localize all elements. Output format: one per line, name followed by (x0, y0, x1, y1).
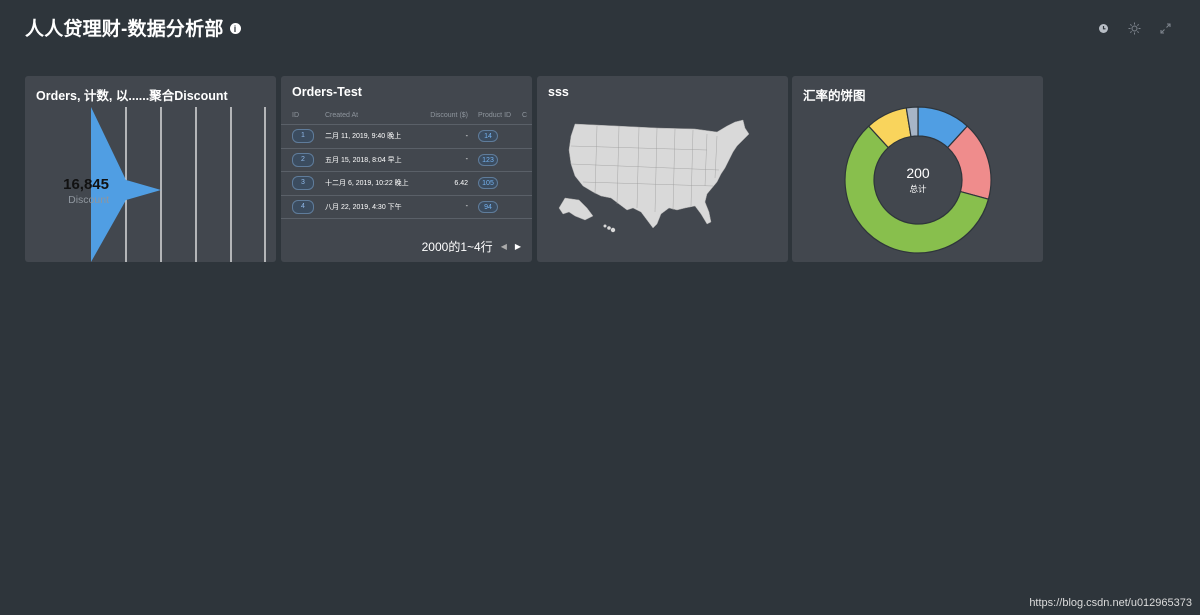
next-page-icon[interactable]: ▶ (515, 242, 521, 251)
table-cell: - (465, 132, 468, 140)
column-header[interactable]: Product ID (468, 112, 522, 119)
table-cell: - (465, 156, 468, 164)
column-header[interactable]: ID (281, 112, 325, 119)
card-title: 汇率的饼图 (803, 89, 866, 103)
alaska (558, 197, 594, 221)
data-table: ID Created At Discount ($) Product ID C … (281, 106, 532, 219)
funnel-chart (91, 107, 266, 262)
table-cell: 二月 11, 2019, 9:40 晚上 (325, 133, 402, 141)
id-pill[interactable]: 2 (292, 152, 314, 167)
card-title: Orders-Test (292, 85, 362, 99)
column-header[interactable]: Created At (325, 112, 422, 119)
donut-total-label: 总计 (909, 184, 927, 194)
product-id-pill[interactable]: 14 (478, 130, 498, 143)
history-icon[interactable] (1097, 22, 1110, 35)
funnel-card[interactable]: Orders, 计数, 以......聚合Discount 16,845 Dis… (25, 76, 276, 262)
table-card[interactable]: Orders-Test ID Created At Discount ($) P… (281, 76, 532, 262)
map-card[interactable]: sss (537, 76, 788, 262)
dashboard-title: 人人贷理财-数据分析部 (25, 19, 224, 40)
table-cell: 五月 15, 2018, 8:04 早上 (325, 156, 402, 164)
table-header: ID Created At Discount ($) Product ID C (281, 106, 532, 125)
table-row[interactable]: 1 二月 11, 2019, 9:40 晚上 - 14 (281, 125, 532, 149)
pagination: 2000的1~4行 ◀ ▶ (422, 238, 521, 255)
product-id-pill[interactable]: 105 (478, 177, 498, 190)
fullscreen-icon[interactable] (1159, 22, 1172, 35)
dashboard-toolbar (1097, 22, 1172, 35)
column-header[interactable]: Discount ($) (422, 112, 468, 119)
table-row[interactable]: 4 八月 22, 2019, 4:30 下午 - 94 (281, 196, 532, 219)
table-cell: 6.42 (454, 179, 468, 187)
funnel-value-label: Discount (68, 194, 109, 206)
table-cell: 八月 22, 2019, 4:30 下午 (325, 203, 402, 211)
table-cell: - (465, 203, 468, 211)
us-mainland (568, 119, 750, 229)
id-pill[interactable]: 4 (292, 199, 314, 214)
pagination-label: 2000的1~4行 (421, 240, 493, 254)
prev-page-icon[interactable]: ◀ (501, 242, 507, 251)
us-map[interactable] (557, 116, 767, 241)
funnel-value: 16,845 (63, 176, 109, 193)
table-cell: 十二月 6, 2019, 10:22 晚上 (325, 180, 409, 188)
column-header[interactable]: C (522, 112, 532, 119)
product-id-pill[interactable]: 94 (478, 200, 498, 213)
card-title: sss (548, 85, 569, 99)
id-pill[interactable]: 1 (292, 129, 314, 144)
sun-icon[interactable] (1128, 22, 1141, 35)
watermark: https://blog.csdn.net/u012965373 (1029, 597, 1192, 609)
pie-card[interactable]: 汇率的饼图 200 总计 (792, 76, 1043, 262)
product-id-pill[interactable]: 123 (478, 153, 498, 166)
hawaii (603, 224, 616, 233)
table-row[interactable]: 3 十二月 6, 2019, 10:22 晚上 6.42 105 (281, 172, 532, 196)
table-row[interactable]: 2 五月 15, 2018, 8:04 早上 - 123 (281, 149, 532, 172)
dashboard-header: 人人贷理财-数据分析部 i (25, 14, 241, 41)
donut-total: 200 (906, 165, 930, 181)
id-pill[interactable]: 3 (292, 176, 314, 191)
info-icon[interactable]: i (229, 23, 241, 34)
